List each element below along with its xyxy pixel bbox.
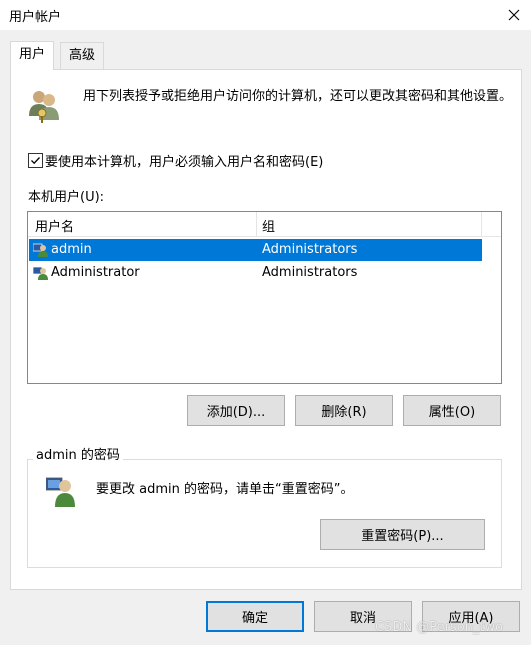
user-computer-icon (45, 474, 76, 508)
user-row-admin[interactable]: admin Administrators (29, 239, 482, 261)
require-login-checkbox[interactable] (28, 153, 43, 168)
user-group: Administrators (262, 265, 358, 280)
watermark: CSDN @Person_two (375, 620, 504, 635)
user-name: Administrator (51, 265, 140, 280)
column-divider[interactable] (256, 212, 257, 236)
require-login-label[interactable]: 要使用本计算机，用户必须输入用户名和密码(E) (45, 151, 323, 170)
window-title: 用户帐户 (9, 10, 62, 25)
tab-advanced[interactable]: 高级 (60, 42, 105, 69)
remove-user-button[interactable]: 删除(R) (295, 395, 393, 426)
users-list[interactable]: 用户名 组 admin Administrators Administrator… (27, 211, 502, 384)
users-icon (26, 86, 64, 124)
password-groupbox (27, 459, 502, 568)
title-bar: 用户帐户 (0, 0, 531, 30)
column-header-username[interactable]: 用户名 (35, 216, 74, 235)
user-name: admin (51, 242, 92, 257)
user-icon (32, 242, 49, 258)
local-users-label: 本机用户(U): (28, 190, 105, 205)
close-icon (508, 9, 520, 21)
column-divider[interactable] (481, 212, 482, 236)
password-group-title: admin 的密码 (33, 444, 123, 463)
ok-button[interactable]: 确定 (206, 601, 304, 632)
properties-button[interactable]: 属性(O) (403, 395, 501, 426)
reset-password-button[interactable]: 重置密码(P)... (320, 519, 485, 550)
password-instructions: 要更改 admin 的密码，请单击“重置密码”。 (96, 482, 354, 497)
list-header: 用户名 组 (28, 212, 501, 237)
user-group: Administrators (262, 242, 358, 257)
tab-users[interactable]: 用户 (10, 41, 55, 70)
tab-strip: 用户 高级 (10, 41, 521, 70)
column-header-group[interactable]: 组 (262, 216, 275, 235)
add-user-button[interactable]: 添加(D)... (187, 395, 285, 426)
close-button[interactable] (497, 0, 531, 30)
checkmark-icon (31, 157, 40, 165)
user-row-administrator[interactable]: Administrator Administrators (29, 262, 482, 284)
user-icon (32, 265, 49, 281)
description-text: 用下列表授予或拒绝用户访问你的计算机，还可以更改其密码和其他设置。 (83, 89, 513, 104)
